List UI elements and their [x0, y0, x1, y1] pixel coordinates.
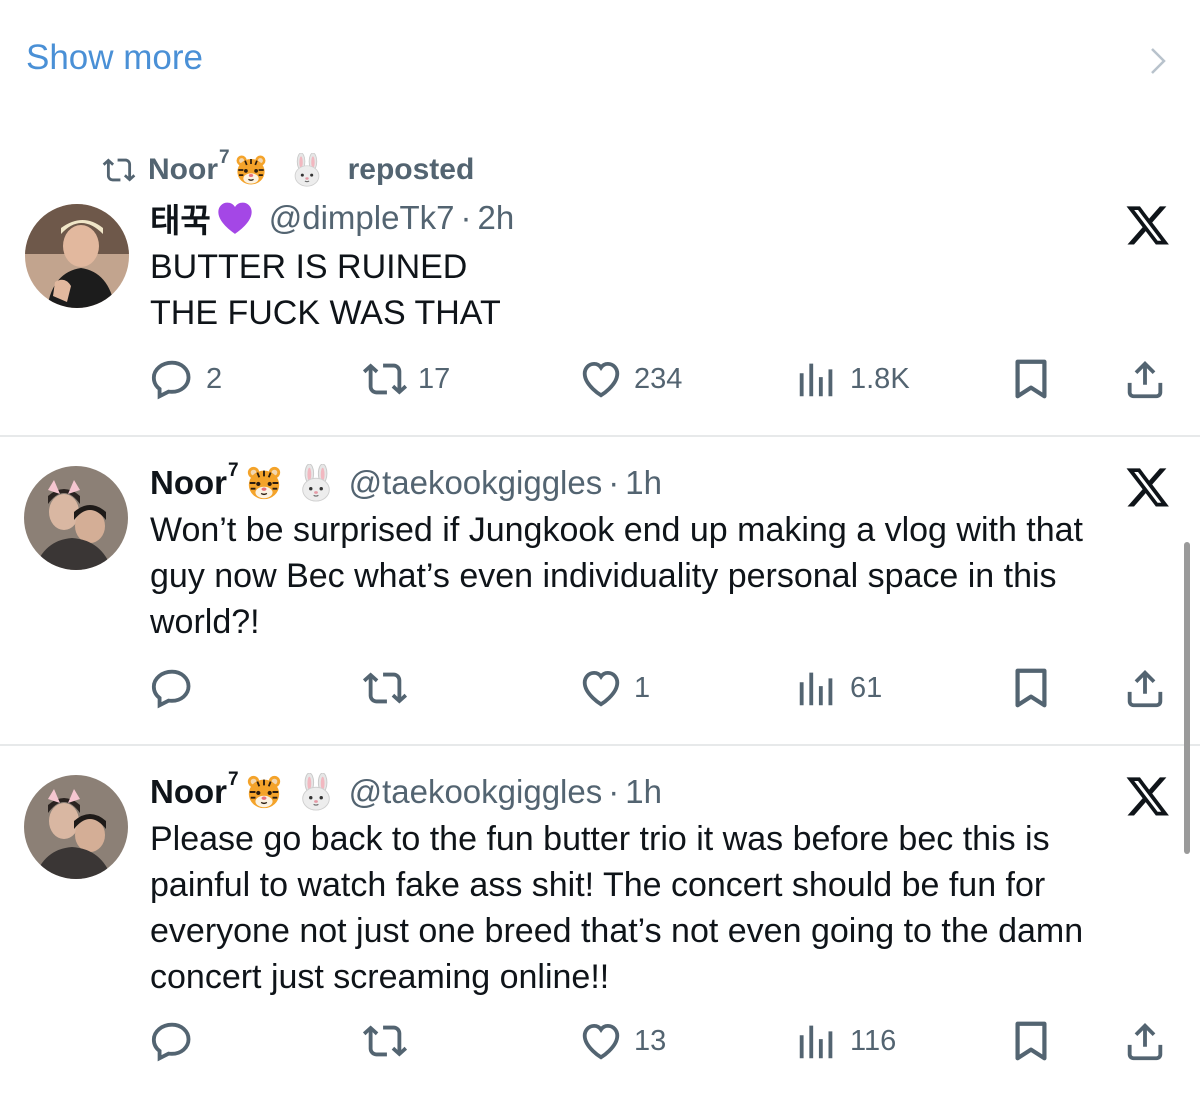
tweet-text: BUTTER IS RUINED THE FUCK WAS THAT [150, 244, 1170, 336]
author-name-sup: 7 [228, 460, 239, 481]
avatar[interactable] [24, 466, 128, 570]
tweet-line: concert just screaming online!! [150, 958, 610, 996]
reply-button[interactable] [150, 1016, 206, 1066]
like-count: 234 [634, 362, 683, 395]
like-count: 1 [634, 671, 651, 704]
heart-icon [578, 356, 624, 402]
tweet-line: Won’t be surprised if Jungkook end up ma… [150, 511, 1084, 549]
like-button[interactable]: 1 [578, 663, 650, 713]
tweet-line: painful to watch fake ass shit! The conc… [150, 866, 1046, 904]
separator-dot: · [460, 199, 472, 236]
author-name[interactable]: 태꾹 [150, 194, 211, 242]
repost-indicator: Noor 7 reposted [102, 147, 475, 190]
tweet-line: everyone not just one breed that’s not e… [150, 912, 1084, 950]
author-name[interactable]: Noor [150, 773, 227, 811]
share-icon [1122, 356, 1168, 402]
chevron-right-icon[interactable] [1146, 44, 1170, 78]
show-more-link[interactable]: Show more [26, 38, 203, 78]
share-icon [1122, 1018, 1168, 1064]
views-button[interactable]: 61 [794, 663, 882, 713]
reposted-label: reposted [347, 153, 475, 186]
x-logo-icon [1124, 202, 1172, 248]
views-icon [794, 356, 840, 402]
timestamp[interactable]: 1h [625, 464, 662, 502]
like-count: 13 [634, 1024, 667, 1057]
divider [0, 744, 1200, 746]
repost-button[interactable] [362, 663, 418, 713]
bookmark-icon [1008, 356, 1054, 402]
author-name[interactable]: Noor [150, 464, 227, 502]
repost-icon [362, 665, 408, 711]
tweet-line: THE FUCK WAS THAT [150, 294, 501, 332]
repost-icon [102, 153, 136, 187]
tiger-emoji-icon [234, 153, 268, 187]
rabbit-emoji-icon [297, 773, 335, 811]
share-button[interactable] [1122, 354, 1168, 404]
reposter-name[interactable]: Noor [148, 153, 218, 187]
tiger-emoji-icon [245, 464, 283, 502]
view-count: 116 [850, 1024, 897, 1057]
views-icon [794, 665, 840, 711]
author-name-sup: 7 [228, 769, 239, 790]
repost-count: 17 [418, 362, 451, 395]
tweet-text: Won’t be surprised if Jungkook end up ma… [150, 507, 1170, 645]
share-button[interactable] [1122, 1016, 1168, 1066]
reply-icon [150, 356, 196, 402]
action-bar: 2 17 234 1.8K [0, 354, 1200, 404]
rabbit-emoji-icon [290, 153, 324, 187]
bookmark-button[interactable] [1008, 354, 1054, 404]
repost-icon [362, 1018, 408, 1064]
avatar[interactable] [25, 204, 129, 308]
reply-icon [150, 665, 196, 711]
author-handle[interactable]: @taekookgiggles [349, 773, 603, 811]
action-bar: 1 61 [0, 663, 1200, 713]
reply-button[interactable]: 2 [150, 354, 222, 404]
bookmark-icon [1008, 1018, 1054, 1064]
like-button[interactable]: 234 [578, 354, 682, 404]
bookmark-button[interactable] [1008, 663, 1054, 713]
share-button[interactable] [1122, 663, 1168, 713]
repost-button[interactable] [362, 1016, 418, 1066]
bookmark-icon [1008, 665, 1054, 711]
scrollbar[interactable] [1184, 542, 1190, 854]
reply-count: 2 [206, 362, 223, 395]
x-logo-icon [1124, 464, 1172, 510]
avatar[interactable] [24, 775, 128, 879]
tweet-line: world?! [150, 603, 260, 641]
heart-icon [578, 1018, 624, 1064]
heart-icon [578, 665, 624, 711]
like-button[interactable]: 13 [578, 1016, 666, 1066]
author-handle[interactable]: @taekookgiggles [349, 464, 603, 502]
repost-button[interactable]: 17 [362, 354, 450, 404]
views-button[interactable]: 116 [794, 1016, 896, 1066]
divider [0, 435, 1200, 437]
x-logo-icon [1124, 773, 1172, 819]
view-count: 1.8K [850, 362, 910, 395]
views-icon [794, 1018, 840, 1064]
tweet-line: BUTTER IS RUINED [150, 248, 468, 286]
separator-dot: · [608, 464, 620, 501]
tweet-text: Please go back to the fun butter trio it… [150, 816, 1170, 1000]
purple-heart-emoji-icon [215, 198, 255, 238]
tweet-line: Please go back to the fun butter trio it… [150, 820, 1050, 858]
tiger-emoji-icon [245, 773, 283, 811]
tweet-line: guy now Bec what’s even individuality pe… [150, 557, 1057, 595]
reply-icon [150, 1018, 196, 1064]
views-button[interactable]: 1.8K [794, 354, 910, 404]
view-count: 61 [850, 671, 883, 704]
reposter-sup: 7 [219, 147, 230, 168]
author-handle[interactable]: @dimpleTk7 [269, 199, 455, 237]
share-icon [1122, 665, 1168, 711]
separator-dot: · [608, 773, 620, 810]
reply-button[interactable] [150, 663, 206, 713]
action-bar: 13 116 [0, 1016, 1200, 1066]
repost-icon [362, 356, 408, 402]
bookmark-button[interactable] [1008, 1016, 1054, 1066]
rabbit-emoji-icon [297, 464, 335, 502]
timestamp[interactable]: 1h [625, 773, 662, 811]
timestamp[interactable]: 2h [477, 199, 514, 237]
